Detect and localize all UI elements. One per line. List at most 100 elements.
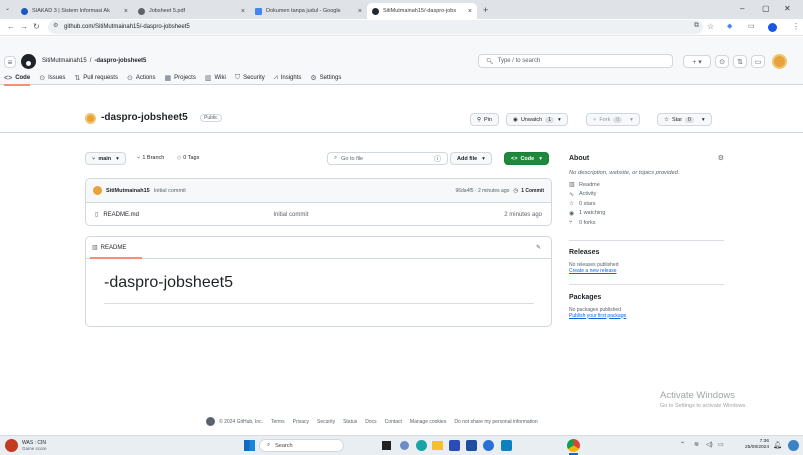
wifi-icon[interactable]: ≋ xyxy=(694,441,699,448)
tab-jobsheet-pdf[interactable]: Jobsheet 5.pdf × xyxy=(133,3,250,19)
global-search-input[interactable]: 🔍︎ Type / to search xyxy=(478,54,673,68)
star-button[interactable]: ☆ Star 0 ▾ xyxy=(657,113,712,126)
tab-actions[interactable]: ⊙ Actions xyxy=(127,71,156,85)
breadcrumb-owner[interactable]: SitiMutmainah15 xyxy=(42,58,87,64)
create-new-button[interactable]: + ▾ xyxy=(683,55,711,68)
clock[interactable]: 7:36 25/09/2024 xyxy=(737,439,769,451)
taskbar-search[interactable]: ⌕ Search xyxy=(259,439,344,452)
go-to-file-input[interactable]: ⌕ Go to file t xyxy=(327,152,448,165)
volume-icon[interactable]: ◁) xyxy=(706,441,713,448)
footer-link-status[interactable]: Status xyxy=(343,419,357,425)
tab-issues[interactable]: ⊙ Issues xyxy=(39,71,65,85)
edit-pencil-icon[interactable]: ✎ xyxy=(536,244,541,251)
releases-title[interactable]: Releases xyxy=(569,249,724,256)
profile-avatar[interactable] xyxy=(768,23,777,32)
close-window-icon[interactable]: ✕ xyxy=(784,4,791,13)
sidebar-item-forks[interactable]: ⑂ 0 forks xyxy=(569,218,724,228)
widgets-icon[interactable] xyxy=(400,441,409,450)
task-view-icon[interactable] xyxy=(382,441,391,450)
branch-select[interactable]: ⑂ main ▾ xyxy=(85,152,126,165)
chrome-icon[interactable] xyxy=(567,439,580,452)
unwatch-button[interactable]: ◉ Unwatch 1 ▾ xyxy=(506,113,568,126)
close-icon[interactable]: × xyxy=(358,8,362,15)
edge-browser-icon[interactable] xyxy=(416,440,427,451)
tab-siakad[interactable]: SIAKAD 3 | Sistem Informasi Ak × xyxy=(16,3,133,19)
menu-icon[interactable]: ⋮ xyxy=(792,22,800,31)
restore-icon[interactable]: ▢ xyxy=(762,4,770,13)
windows-start-icon[interactable] xyxy=(244,440,255,451)
gear-icon[interactable]: ⚙ xyxy=(718,154,724,162)
reload-icon[interactable]: ↻ xyxy=(33,22,40,31)
commit-count-link[interactable]: 1 Commit xyxy=(521,188,544,194)
close-icon[interactable]: × xyxy=(241,8,245,15)
readme-tab[interactable]: README xyxy=(101,245,127,251)
tags-link[interactable]: ◇ 0 Tags xyxy=(177,155,199,161)
pin-icon: ⚲ xyxy=(477,116,482,123)
tray-chevron-icon[interactable]: ⌃ xyxy=(680,441,685,448)
pull-requests-icon[interactable]: ⇅ xyxy=(733,55,747,68)
close-icon[interactable]: × xyxy=(124,8,128,15)
footer-link-terms[interactable]: Terms xyxy=(271,419,285,425)
table-row[interactable]: ▯ README.md Initial commit 2 minutes ago xyxy=(86,203,551,225)
inbox-icon[interactable]: ▭ xyxy=(751,55,765,68)
tab-projects[interactable]: ▦ Projects xyxy=(165,71,196,85)
footer-link-security[interactable]: Security xyxy=(317,419,335,425)
footer-link-docs[interactable]: Docs xyxy=(365,419,376,425)
site-info-icon[interactable]: ⚙ xyxy=(53,22,58,29)
branches-link[interactable]: ⑂ 1 Branch xyxy=(137,155,164,161)
sidebar-item-readme[interactable]: ▥ Readme xyxy=(569,180,724,190)
add-file-button[interactable]: Add file ▾ xyxy=(450,152,492,165)
create-release-link[interactable]: Create a new release xyxy=(569,268,724,274)
publish-package-link[interactable]: Publish your first package xyxy=(569,313,724,319)
footer-link-privacy[interactable]: Privacy xyxy=(293,419,309,425)
app-icon[interactable] xyxy=(483,440,494,451)
commit-author[interactable]: SitiMutmainah15 xyxy=(106,188,150,194)
repo-title[interactable]: -daspro-jobsheet5 xyxy=(101,112,188,123)
store-icon[interactable] xyxy=(449,440,460,451)
copilot-icon[interactable] xyxy=(788,440,799,451)
back-icon[interactable]: ← xyxy=(7,22,15,31)
bookmark-star-icon[interactable]: ☆ xyxy=(707,22,714,31)
minimize-icon[interactable]: – xyxy=(740,4,744,13)
battery-icon[interactable]: ▭ xyxy=(718,441,724,448)
file-name[interactable]: README.md xyxy=(103,212,273,218)
tab-pull-requests[interactable]: ⇅ Pull requests xyxy=(74,71,118,85)
tab-code[interactable]: <> Code xyxy=(4,71,31,86)
code-button[interactable]: <> Code ▾ xyxy=(504,152,549,165)
close-icon[interactable]: × xyxy=(468,8,472,15)
packages-title[interactable]: Packages xyxy=(569,294,724,301)
tab-search-icon[interactable]: ▭ xyxy=(748,22,755,30)
tab-search-icon[interactable]: ⌄ xyxy=(5,5,10,12)
file-explorer-icon[interactable] xyxy=(432,441,443,450)
forward-icon[interactable]: → xyxy=(20,22,28,31)
app-icon[interactable] xyxy=(501,440,512,451)
install-icon[interactable]: ⧉ xyxy=(694,22,699,30)
breadcrumb-repo[interactable]: -daspro-jobsheet5 xyxy=(94,58,146,64)
footer-link-contact[interactable]: Contact xyxy=(385,419,402,425)
tab-insights[interactable]: ⩘ Insights xyxy=(274,71,302,85)
new-tab-icon[interactable]: + xyxy=(483,5,488,15)
sidebar-item-activity[interactable]: ∿ Activity xyxy=(569,190,724,200)
notification-bell-icon[interactable]: 🔔︎ xyxy=(773,441,782,449)
github-logo-icon[interactable] xyxy=(206,417,215,426)
pin-button[interactable]: ⚲ Pin xyxy=(470,113,499,126)
tab-security[interactable]: ⛉ Security xyxy=(235,71,265,85)
tab-google-docs[interactable]: Dokumen tanpa judul - Google × xyxy=(250,3,367,19)
footer-link-cookies[interactable]: Manage cookies xyxy=(410,419,446,425)
url-field[interactable]: ⚙ github.com/SitiMutmainah15/-daspro-job… xyxy=(48,20,703,34)
tab-github[interactable]: SitiMutmainah15/-daspro-jobs × xyxy=(367,3,477,19)
weather-widget[interactable]: WAS : CIN Game score xyxy=(5,439,47,452)
sidebar-item-stars[interactable]: ☆ 0 stars xyxy=(569,199,724,209)
mail-icon[interactable] xyxy=(466,440,477,451)
user-avatar[interactable] xyxy=(772,54,787,69)
sidebar-item-watching[interactable]: ◉ 1 watching xyxy=(569,209,724,219)
issues-icon[interactable]: ⊙ xyxy=(715,55,729,68)
footer-link-do-not-share[interactable]: Do not share my personal information xyxy=(454,419,537,425)
hamburger-menu-icon[interactable]: ≡ xyxy=(4,56,16,68)
commit-message[interactable]: Initial commit xyxy=(154,188,186,194)
extension-icon[interactable]: ◆ xyxy=(727,22,732,30)
tab-wiki[interactable]: ▥ Wiki xyxy=(205,71,226,85)
tab-settings[interactable]: ⚙ Settings xyxy=(310,71,341,85)
fork-button[interactable]: ⑂ Fork 0 ▾ xyxy=(586,113,640,126)
file-commit-message[interactable]: Initial commit xyxy=(273,212,308,218)
